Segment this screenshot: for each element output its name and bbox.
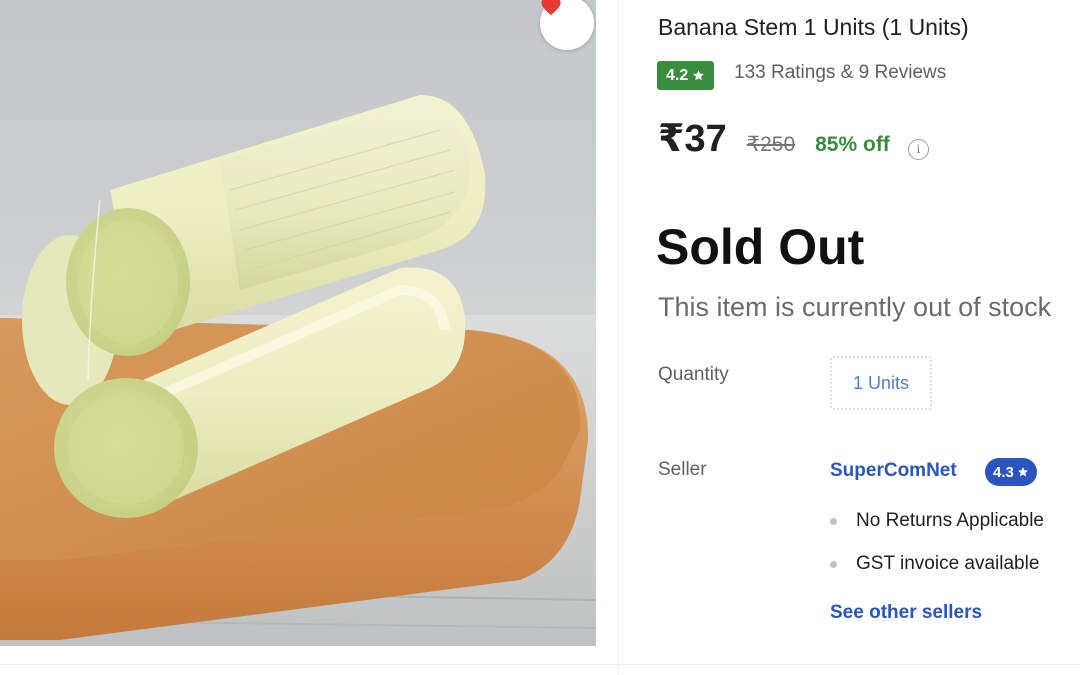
- selling-price: ₹37: [658, 118, 727, 160]
- image-bottom-gap: [0, 646, 596, 675]
- seller-feature-text: GST invoice available: [856, 553, 1040, 574]
- seller-feature-item: No Returns Applicable: [830, 510, 1044, 532]
- seller-feature-item: GST invoice available: [830, 553, 1039, 575]
- seller-label: Seller: [658, 459, 707, 480]
- heart-icon: [541, 0, 561, 16]
- rating-badge[interactable]: 4.2: [657, 61, 715, 90]
- star-icon: [1017, 467, 1028, 477]
- seller-name-link[interactable]: SuperComNet: [830, 460, 957, 482]
- banana-stem-photo: [0, 95, 596, 646]
- info-icon[interactable]: i: [907, 138, 929, 160]
- see-other-sellers-link[interactable]: See other sellers: [830, 602, 982, 624]
- seller-rating-value: 4.3: [993, 463, 1014, 481]
- out-of-stock-message: This item is currently out of stock: [658, 292, 1052, 322]
- seller-rating-badge: 4.3: [985, 458, 1037, 486]
- rating-value: 4.2: [666, 66, 689, 84]
- column-divider: [618, 0, 619, 675]
- product-image[interactable]: [0, 0, 596, 646]
- discount-percent: 85% off: [815, 133, 890, 156]
- original-price: ₹250: [746, 133, 796, 156]
- bullet-icon: [830, 517, 837, 525]
- product-title: Banana Stem 1 Units (1 Units): [658, 14, 969, 40]
- quantity-label: Quantity: [658, 364, 729, 385]
- price-row: ₹37 ₹250 85% off i: [658, 116, 929, 161]
- bullet-icon: [830, 560, 837, 568]
- quantity-option[interactable]: 1 Units: [830, 356, 932, 410]
- section-divider: [0, 664, 1080, 665]
- seller-feature-text: No Returns Applicable: [856, 510, 1044, 531]
- sold-out-heading: Sold Out: [656, 219, 865, 275]
- ratings-reviews-count[interactable]: 133 Ratings & 9 Reviews: [734, 62, 946, 84]
- star-icon: [693, 70, 705, 81]
